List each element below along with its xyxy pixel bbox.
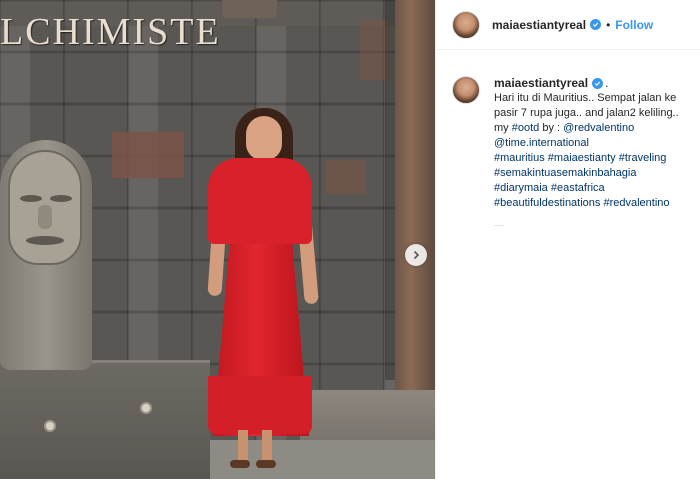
statue-eye	[50, 195, 72, 202]
red-dress-top	[208, 158, 312, 244]
wall-lamp	[222, 0, 277, 18]
ground-light	[44, 420, 56, 432]
avatar[interactable]	[452, 76, 480, 104]
hashtag-link[interactable]: #mauritius #maiaestianty #traveling	[494, 151, 679, 166]
post-photo[interactable]: LCHIMISTE	[0, 0, 435, 479]
chevron-right-icon	[413, 250, 420, 260]
post-header: maiaestiantyreal • Follow	[436, 0, 700, 50]
red-dress-ruffle	[208, 376, 312, 434]
caption-text: my	[494, 122, 512, 134]
carousel-next-button[interactable]	[405, 244, 427, 266]
caption-body: maiaestiantyreal . Hari itu di Mauritius…	[494, 76, 679, 211]
caption-line: my #ootd by : @redvalentino	[494, 121, 679, 136]
sandal	[230, 460, 250, 468]
statue-nose	[38, 205, 52, 229]
avatar[interactable]	[452, 10, 480, 39]
caption-comment: maiaestiantyreal . Hari itu di Mauritius…	[452, 76, 697, 211]
woman-face	[246, 116, 282, 160]
building-sign: LCHIMISTE	[0, 11, 221, 53]
ground-light	[140, 402, 152, 414]
stone-block	[112, 132, 184, 178]
stone-block	[326, 160, 366, 194]
hashtag-link[interactable]: #semakintuasemakinbahagia	[494, 166, 679, 181]
caption-separator: .	[605, 76, 609, 90]
sandal	[256, 460, 276, 468]
stone-ledge	[0, 360, 210, 479]
follow-button[interactable]: Follow	[615, 18, 653, 32]
hashtag-link[interactable]: #beautifuldestinations #redvalentino	[494, 196, 679, 211]
mention-link[interactable]: @time.international	[494, 136, 679, 151]
caption-divider	[494, 225, 504, 226]
verified-badge-icon	[590, 19, 602, 30]
mention-link[interactable]: @redvalentino	[563, 122, 634, 134]
statue-eye	[20, 195, 42, 202]
hashtag-link[interactable]: #diarymaia #eastafrica	[494, 181, 679, 196]
caption-username-link[interactable]: maiaestiantyreal	[494, 76, 588, 91]
username-link[interactable]: maiaestiantyreal	[492, 18, 586, 32]
caption-line: pasir 7 rupa juga.. and jalan2 keliling.…	[494, 107, 679, 119]
header-separator: •	[606, 17, 611, 32]
caption-text: by :	[539, 122, 564, 134]
verified-badge-icon	[592, 78, 604, 89]
post-sidebar: maiaestiantyreal • Follow maiaestiantyre…	[435, 0, 700, 479]
hashtag-link[interactable]: #ootd	[512, 122, 540, 134]
caption-head: maiaestiantyreal .	[494, 76, 679, 91]
caption-line: Hari itu di Mauritius.. Sempat jalan ke	[494, 92, 677, 104]
statue-mouth	[26, 236, 64, 245]
